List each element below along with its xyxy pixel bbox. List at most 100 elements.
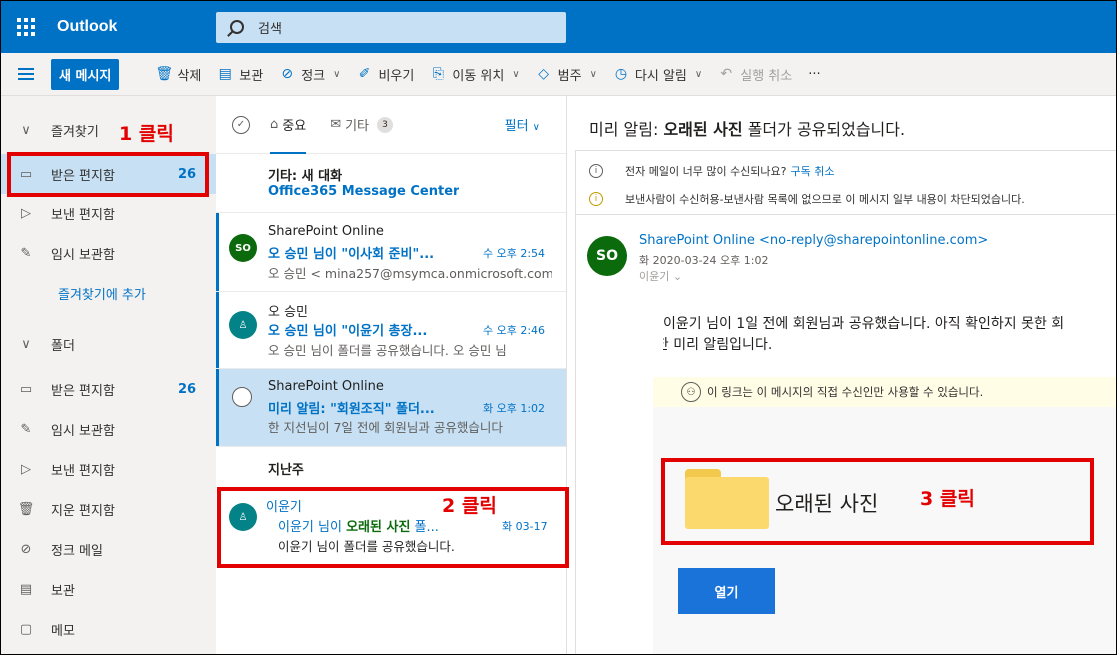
add-favorite-link[interactable]: 즐겨찾기에 추가 — [1, 273, 216, 313]
chevron-down-icon: ∨ — [21, 336, 31, 352]
delete-label: 삭제 — [177, 68, 202, 84]
list-item[interactable]: ♙ 오 승민 오 승민 님이 "이윤기 총장... 수 오후 2:46 오 승민… — [216, 292, 566, 369]
annotation-box-step1 — [7, 152, 209, 197]
favorites-header[interactable]: ∨ 즐겨찾기 — [1, 110, 216, 150]
unsubscribe-info: i 전자 메일이 너무 많이 수신되나요? 구독 취소 — [589, 163, 835, 179]
nav-item-sent[interactable]: ▷ 보낸 편지함 — [1, 449, 216, 489]
select-message-checkbox[interactable] — [232, 387, 252, 407]
sender-name[interactable]: SharePoint Online <no-reply@sharepointon… — [639, 233, 988, 248]
nav-item-fav-drafts[interactable]: ✎ 임시 보관함 — [1, 233, 216, 273]
unsubscribe-link[interactable]: 구독 취소 — [791, 163, 835, 179]
categorize-label: 범주 — [557, 68, 582, 84]
nav-item-label: 보낸 편지함 — [51, 463, 115, 479]
annotation-label-step1: 1 클릭 — [119, 123, 174, 145]
move-to-button[interactable]: ⎘ 이동 위치 ∨ — [430, 65, 520, 84]
new-message-button[interactable]: 새 메시지 — [51, 58, 120, 90]
more-icon: ··· — [808, 66, 821, 82]
hamburger-menu-icon[interactable] — [1, 68, 51, 80]
select-all-checkbox[interactable]: ✓ — [232, 115, 250, 134]
clock-icon: ◷ — [614, 66, 628, 82]
trash-icon: 🗑 — [17, 501, 35, 517]
open-button[interactable]: 열기 — [678, 568, 775, 614]
nav-item-inbox[interactable]: ▭ 받은 편지함 26 — [1, 369, 216, 409]
nav-item-deleted[interactable]: 🗑 지운 편지함 — [1, 489, 216, 529]
filter-label: 필터 — [504, 119, 529, 134]
nav-item-label: 정크 메일 — [51, 543, 103, 559]
sent-date: 화 2020-03-24 오후 1:02 — [639, 254, 769, 267]
sweep-button[interactable]: ✐ 비우기 — [356, 65, 415, 84]
folders-label: 폴더 — [51, 338, 75, 354]
more-actions-button[interactable]: ··· — [808, 67, 820, 82]
move-folder-icon: ⎘ — [432, 66, 444, 82]
nav-item-label: 보관 — [51, 583, 75, 599]
message-sender: SharePoint Online — [268, 224, 384, 239]
search-box[interactable]: 검색 — [216, 11, 566, 43]
notice-text: 이 링크는 이 메시지의 직접 수신인만 사용할 수 있습니다. — [707, 385, 984, 399]
filter-button[interactable]: 필터 ∨ — [505, 115, 540, 134]
send-icon: ▷ — [21, 461, 31, 477]
body-line: 이윤기 님이 1일 전에 회원님과 공유했습니다. 아직 확인하지 못한 회 — [663, 316, 1065, 332]
info-text: 전자 메일이 너무 많이 수신되나요? — [625, 165, 787, 178]
title-suffix: 폴더가 공유되었습니다. — [742, 120, 906, 139]
mail-icon: ✉ — [330, 117, 342, 132]
blocked-content-info: i 보낸사람이 수신허용-보낸사람 목록에 없으므로 이 메시지 일부 내용이 … — [589, 191, 1025, 207]
message-sender: 기타: 새 대화 — [268, 169, 343, 184]
tab-other[interactable]: ✉ 기타 3 — [330, 115, 394, 134]
outlook-window: Outlook 검색 새 메시지 🗑 삭제 ▤ 보관 ⊘ 정크 ∨ ✐ 비우기 ⎘ 이동 위… — [0, 0, 1117, 655]
snooze-label: 다시 알림 — [634, 68, 687, 84]
message-sender: 오 승민 — [268, 305, 309, 320]
archive-button[interactable]: ▤ 보관 — [217, 65, 264, 84]
junk-button[interactable]: ⊘ 정크 ∨ — [279, 65, 340, 84]
email-subject: 미리 알림: 오래된 사진 폴더가 공유되었습니다. — [589, 116, 905, 140]
people-icon: ⚇ — [681, 382, 701, 402]
note-icon: ▢ — [19, 621, 33, 637]
nav-item-label: 지운 편지함 — [51, 503, 115, 519]
sweep-label: 비우기 — [378, 68, 415, 84]
block-icon: ⊘ — [281, 66, 294, 82]
snooze-button[interactable]: ◷ 다시 알림 ∨ — [613, 65, 702, 84]
message-time: 수 오후 2:46 — [483, 324, 546, 337]
nav-item-drafts[interactable]: ✎ 임시 보관함 — [1, 409, 216, 449]
nav-item-fav-sent[interactable]: ▷ 보낸 편지함 — [1, 193, 216, 233]
app-launcher-icon[interactable] — [1, 1, 51, 53]
search-placeholder: 검색 — [258, 21, 282, 37]
divider — [575, 214, 1116, 215]
folders-header[interactable]: ∨ 폴더 — [1, 324, 216, 364]
undo-button[interactable]: ↶ 실행 취소 — [718, 65, 792, 84]
sender-avatar[interactable]: SO — [587, 236, 627, 276]
nav-item-archive[interactable]: ▤ 보관 — [1, 569, 216, 609]
warning-icon: i — [589, 192, 603, 206]
chevron-down-icon: ∨ — [694, 68, 703, 80]
add-favorite-label: 즐겨찾기에 추가 — [58, 287, 146, 303]
search-icon — [230, 20, 244, 34]
nav-item-notes[interactable]: ▢ 메모 — [1, 609, 216, 649]
message-preview: 한 지선님이 7일 전에 회원님과 공유했습니다 — [268, 420, 503, 435]
person-avatar-icon: ♙ — [229, 311, 257, 339]
list-item[interactable]: SharePoint Online 미리 알림: "회원조직" 폴더... 화 … — [216, 369, 566, 447]
nav-item-junk[interactable]: ⊘ 정크 메일 — [1, 529, 216, 569]
email-body: 이윤기 님이 1일 전에 회원님과 공유했습니다. 아직 확인하지 못한 회 단… — [663, 314, 1116, 356]
app-title[interactable]: Outlook — [51, 18, 216, 36]
reading-pane: 미리 알림: 오래된 사진 폴더가 공유되었습니다. i 전자 메일이 너무 많… — [567, 96, 1116, 654]
list-item[interactable]: SO SharePoint Online 오 승민 님이 "이사회 준비"...… — [216, 213, 566, 292]
annotation-label-step2: 2 클릭 — [442, 495, 497, 517]
nav-item-label: 임시 보관함 — [51, 423, 115, 439]
command-bar: 새 메시지 🗑 삭제 ▤ 보관 ⊘ 정크 ∨ ✐ 비우기 ⎘ 이동 위치 ∨ ◇ 범주 ∨ ◷ 다시… — [1, 53, 1116, 96]
move-label: 이동 위치 — [452, 68, 505, 84]
tag-icon: ◇ — [538, 66, 550, 82]
recipient-line[interactable]: 이윤기 ⌄ — [639, 268, 682, 284]
message-time: 수 오후 2:54 — [483, 247, 546, 260]
nav-item-label: 임시 보관함 — [51, 247, 115, 263]
inbox-icon: ▭ — [19, 381, 33, 397]
message-sender: SharePoint Online — [268, 379, 384, 394]
tab-focused[interactable]: ⌂ 중요 — [270, 96, 307, 154]
list-item[interactable]: 기타: 새 대화 Office365 Message Center — [216, 154, 566, 213]
info-icon: i — [589, 164, 603, 178]
chevron-down-icon: ∨ — [589, 68, 597, 80]
section-header-last-week: 지난주 — [268, 463, 304, 478]
delete-button[interactable]: 🗑 삭제 — [155, 65, 201, 84]
message-list: ✓ ⌂ 중요 ✉ 기타 3 필터 ∨ 기타: 새 대화 Office365 Me… — [216, 96, 567, 654]
categorize-button[interactable]: ◇ 범주 ∨ — [536, 65, 597, 84]
block-icon: ⊘ — [20, 541, 32, 557]
nav-item-label: 보낸 편지함 — [51, 207, 115, 223]
